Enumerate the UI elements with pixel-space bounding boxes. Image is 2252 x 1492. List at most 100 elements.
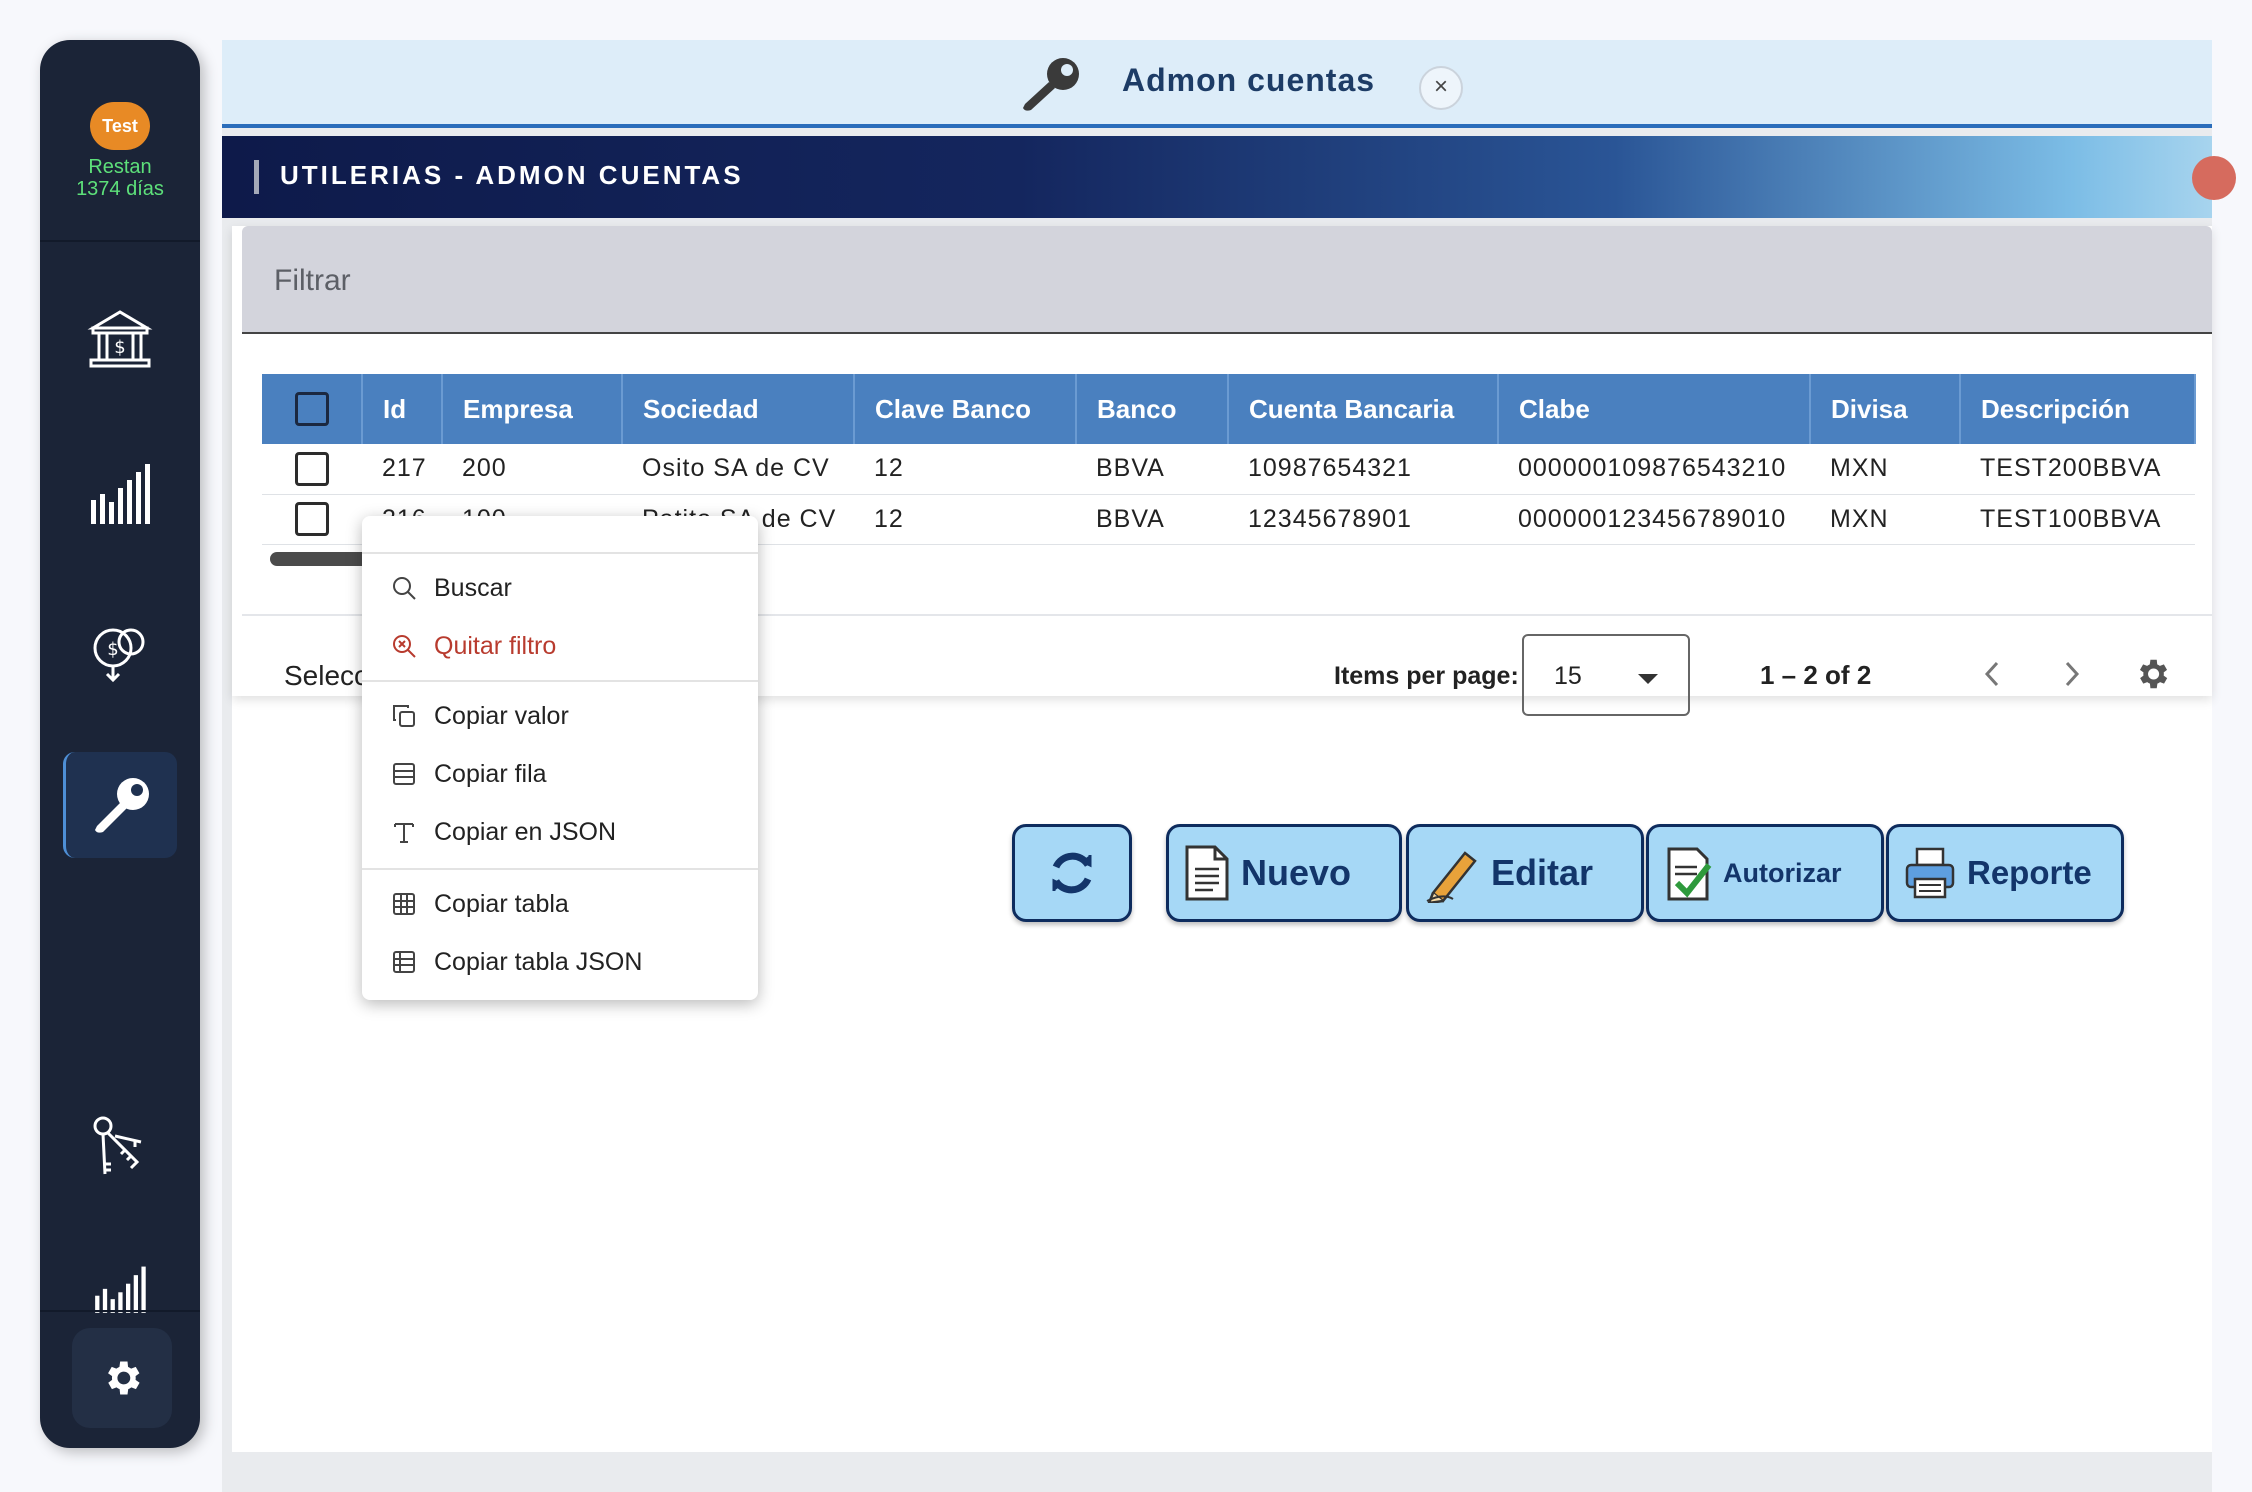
sidebar-divider — [40, 240, 200, 242]
svg-text:$: $ — [107, 639, 118, 660]
cell-divisa[interactable]: MXN — [1810, 494, 1960, 545]
sidebar-item-finance[interactable]: $ — [63, 598, 177, 704]
cell-banco[interactable]: BBVA — [1076, 494, 1228, 545]
cell-descripcion[interactable]: TEST200BBVA — [1960, 444, 2195, 495]
menu-item-label: Buscar — [434, 573, 512, 602]
menu-item-buscar[interactable]: Buscar — [362, 560, 758, 616]
items-per-page-label: Items per page: — [1334, 662, 1519, 690]
table-icon — [393, 951, 415, 973]
menu-item-label: Copiar fila — [434, 759, 547, 788]
tab-close-button[interactable]: × — [1419, 66, 1463, 110]
filter-label: Filtrar — [274, 264, 351, 297]
table-row[interactable]: 217 200 Osito SA de CV 12 BBVA 109876543… — [262, 444, 2195, 495]
cell-empresa[interactable]: 200 — [442, 444, 622, 495]
cell-sociedad[interactable]: Osito SA de CV — [622, 444, 854, 495]
menu-divider — [362, 680, 758, 682]
cell-cuenta[interactable]: 10987654321 — [1228, 444, 1498, 495]
menu-item-copiar-tabla[interactable]: Copiar tabla — [362, 876, 758, 932]
authorize-button-label: Autorizar — [1723, 857, 1842, 888]
menu-item-label: Copiar tabla JSON — [434, 947, 643, 976]
row-select-cell — [262, 494, 362, 545]
edit-button-label: Editar — [1491, 852, 1594, 893]
cell-clabe[interactable]: 000000109876543210 — [1498, 444, 1810, 495]
svg-text:$: $ — [114, 337, 125, 358]
column-header[interactable]: Descripción — [1960, 374, 2196, 444]
cell-banco[interactable]: BBVA — [1076, 444, 1228, 495]
previous-page-button[interactable] — [1964, 646, 2020, 702]
items-per-page-select[interactable]: 15 — [1522, 634, 1690, 716]
wrench-icon — [94, 778, 149, 833]
sidebar-divider-bottom — [40, 1310, 200, 1312]
cell-clabe[interactable]: 000000123456789010 — [1498, 494, 1810, 545]
cell-descripcion[interactable]: TEST100BBVA — [1960, 494, 2195, 545]
cell-id[interactable]: 217 — [362, 444, 442, 495]
column-header[interactable]: Id — [362, 374, 443, 444]
menu-divider — [362, 868, 758, 870]
money-network-icon: $ — [93, 628, 145, 683]
bank-icon: $ — [87, 310, 153, 368]
report-button[interactable]: Reporte — [1886, 824, 2124, 922]
new-button[interactable]: Nuevo — [1166, 824, 1402, 922]
text-icon — [394, 823, 414, 843]
column-header[interactable]: Sociedad — [622, 374, 855, 444]
menu-divider — [362, 552, 758, 554]
table-settings-button[interactable] — [2124, 646, 2180, 702]
small-bar-chart-icon — [95, 1266, 146, 1313]
row-select-cell — [262, 444, 362, 495]
menu-item-label: Copiar tabla — [434, 889, 569, 918]
menu-item-copiar-json[interactable]: Copiar en JSON — [362, 804, 758, 860]
menu-item-copiar-valor[interactable]: Copiar valor — [362, 688, 758, 744]
menu-item-label: Copiar valor — [434, 701, 569, 730]
column-header[interactable]: Banco — [1076, 374, 1229, 444]
section-banner: UTILERIAS - ADMON CUENTAS — [222, 136, 2236, 218]
cell-cuenta[interactable]: 12345678901 — [1228, 494, 1498, 545]
sidebar-item-stats[interactable] — [63, 1250, 177, 1326]
menu-item-quitar-filtro[interactable]: Quitar filtro — [362, 618, 758, 674]
clear-filter-icon — [393, 635, 416, 658]
row-icon — [393, 763, 415, 785]
menu-item-label: Quitar filtro — [434, 631, 557, 660]
cell-clave-banco[interactable]: 12 — [854, 444, 1076, 495]
tab-bar: Admon cuentas × — [222, 40, 2212, 128]
dropdown-arrow-icon — [1638, 674, 1658, 684]
column-header[interactable]: Clabe — [1498, 374, 1811, 444]
sidebar-item-reports[interactable] — [63, 442, 177, 548]
remaining-label: Restan — [88, 156, 152, 178]
cell-clave-banco[interactable]: 12 — [854, 494, 1076, 545]
sidebar: Test Restan 1374 días $ $ — [40, 40, 200, 1448]
menu-item-copiar-tabla-json[interactable]: Copiar tabla JSON — [362, 934, 758, 990]
sidebar-item-access[interactable] — [63, 1094, 177, 1200]
selection-text: Selecc — [284, 660, 369, 691]
settings-button[interactable] — [72, 1328, 172, 1428]
remaining-days: 1374 días — [76, 178, 164, 200]
menu-item-label: Copiar en JSON — [434, 817, 617, 846]
banner-accent-bar — [254, 160, 259, 194]
column-header[interactable]: Empresa — [442, 374, 623, 444]
menu-item-copiar-fila[interactable]: Copiar fila — [362, 746, 758, 802]
row-checkbox[interactable] — [295, 451, 329, 486]
column-header[interactable]: Cuenta Bancaria — [1228, 374, 1499, 444]
pencil-icon — [1426, 851, 1477, 903]
authorize-button[interactable]: Autorizar — [1646, 824, 1884, 922]
refresh-button[interactable] — [1012, 824, 1132, 922]
next-page-button[interactable] — [2044, 646, 2100, 702]
column-header[interactable]: Clave Banco — [854, 374, 1077, 444]
sidebar-item-bank[interactable]: $ — [63, 286, 177, 392]
items-per-page-value: 15 — [1554, 662, 1582, 690]
chevron-left-icon — [1984, 661, 1999, 687]
filter-field[interactable]: Filtrar — [242, 226, 2212, 334]
column-header[interactable]: Divisa — [1810, 374, 1961, 444]
env-badge: Test — [90, 102, 150, 150]
search-icon — [393, 577, 416, 600]
select-all-checkbox[interactable] — [294, 392, 329, 427]
page-title: UTILERIAS - ADMON CUENTAS — [280, 160, 744, 190]
gear-icon — [2139, 659, 2168, 689]
tab-title[interactable]: Admon cuentas — [1122, 62, 1375, 99]
banner-indicator — [2192, 156, 2236, 200]
sidebar-item-utilities[interactable] — [63, 752, 177, 858]
edit-button[interactable]: Editar — [1406, 824, 1644, 922]
row-checkbox[interactable] — [295, 502, 329, 536]
cell-divisa[interactable]: MXN — [1810, 444, 1960, 495]
pagination-range: 1 – 2 of 2 — [1760, 660, 1872, 690]
chevron-right-icon — [2065, 661, 2080, 687]
